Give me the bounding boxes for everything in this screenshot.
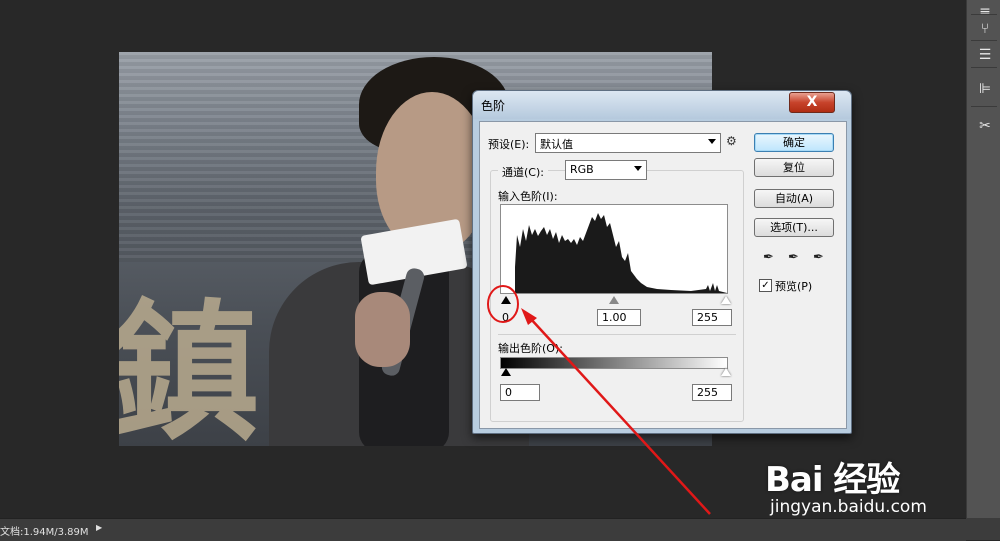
watermark-logo: Bai 经验 (765, 460, 900, 500)
watermark-url: jingyan.baidu.com (770, 497, 927, 517)
callout-arrow-line (529, 317, 711, 515)
highlight-circle (487, 285, 519, 323)
